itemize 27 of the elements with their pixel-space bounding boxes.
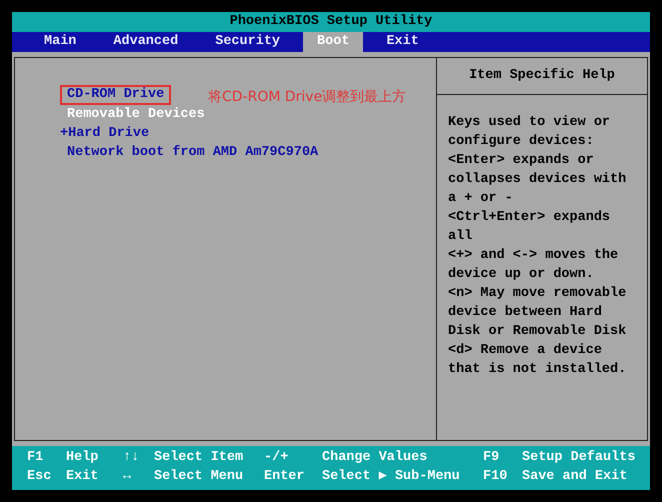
key-label: ↑↓ <box>123 449 140 467</box>
key-action: Select ▶ Sub-Menu <box>322 468 461 486</box>
key-label: -/+ <box>264 449 290 467</box>
boot-item[interactable]: +Hard Drive <box>58 124 152 143</box>
annotation-text: 将CD-ROM Drive调整到最上方 <box>208 88 406 106</box>
key-label: F10 <box>483 468 508 486</box>
key-label: F1 <box>27 449 44 467</box>
menu-tab[interactable]: Exit <box>380 32 425 52</box>
key-label: F9 <box>483 449 500 467</box>
boot-item[interactable]: Network boot from AMD Am79C970A <box>65 143 320 162</box>
window-title: PhoenixBIOS Setup Utility <box>12 12 650 32</box>
menu-tab[interactable]: Advanced <box>107 32 184 52</box>
help-text: Keys used to view or configure devices: <Enter> expands or collapses devices with a + or - <Ctrl+Enter> expands all <+> and <-> moves the device up or down. <n> May move removable device between Hard Disk or Removable Disk <d> Remove a device that is not installed. <box>448 114 628 379</box>
key-label: Esc <box>27 468 52 486</box>
key-action: Select Item <box>154 449 244 467</box>
key-action: Save and Exit <box>522 468 628 486</box>
key-action: Setup Defaults <box>522 449 636 467</box>
key-action: Change Values <box>322 449 428 467</box>
key-label: Enter <box>264 468 306 486</box>
key-action: Exit <box>66 468 100 486</box>
menu-tab[interactable]: Main <box>38 32 82 52</box>
key-label: ↔ <box>123 468 132 486</box>
highlighted-boot-item[interactable]: CD-ROM Drive <box>61 86 170 104</box>
menu-tab[interactable]: Security <box>209 32 286 52</box>
help-title: Item Specific Help <box>437 58 647 95</box>
key-action: Help <box>66 449 100 467</box>
key-action: Select Menu <box>154 468 244 486</box>
